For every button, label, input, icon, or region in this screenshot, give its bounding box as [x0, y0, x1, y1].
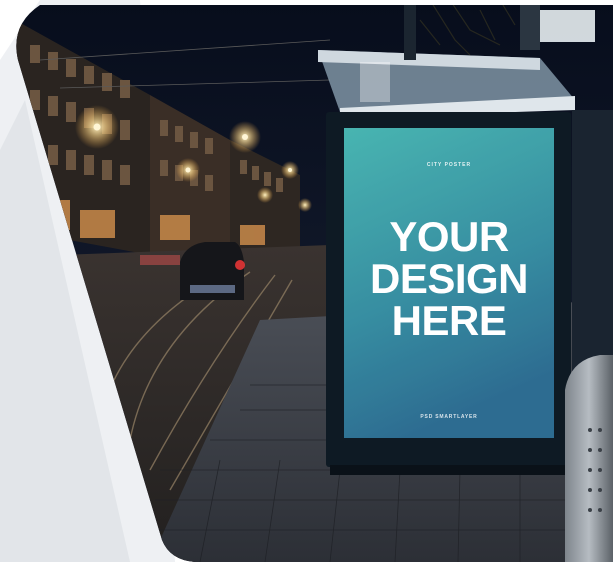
headline-line-1: YOUR	[389, 213, 509, 260]
poster-footer: PSD SMARTLAYER	[420, 414, 478, 420]
trash-bin	[565, 355, 613, 562]
poster-content: CITY POSTER YOUR DESIGN HERE PSD SMARTLA…	[344, 128, 554, 438]
shelter-roof	[318, 50, 575, 118]
poster-headline: YOUR DESIGN HERE	[344, 216, 554, 342]
headline-line-3: HERE	[391, 297, 507, 344]
poster-kicker: CITY POSTER	[426, 162, 472, 168]
headline-line-2: DESIGN	[369, 255, 529, 302]
